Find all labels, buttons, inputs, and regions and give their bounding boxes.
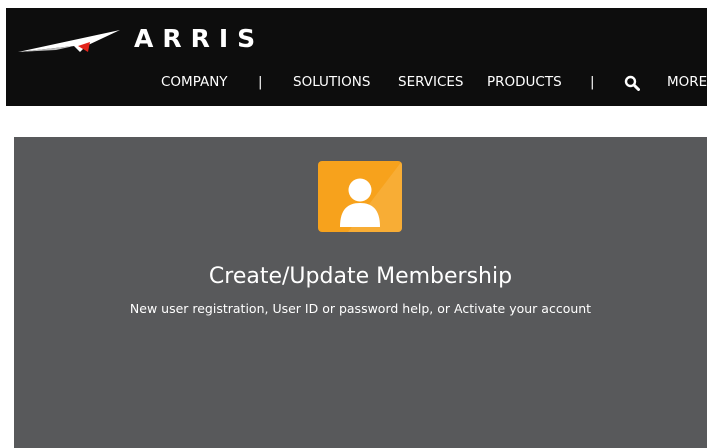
membership-subtitle: New user registration, User ID or passwo… bbox=[129, 301, 592, 316]
membership-title[interactable]: Create/Update Membership bbox=[14, 263, 707, 291]
main-nav: COMPANY | SOLUTIONS SERVICES PRODUCTS | … bbox=[6, 70, 707, 96]
nav-separator: | bbox=[590, 74, 595, 90]
nav-item-services[interactable]: SERVICES bbox=[398, 72, 463, 92]
membership-user-tile[interactable] bbox=[318, 161, 402, 232]
search-icon[interactable] bbox=[624, 75, 640, 91]
arris-swoosh-logo-icon bbox=[18, 30, 120, 52]
nav-item-products[interactable]: PRODUCTS bbox=[487, 72, 562, 92]
membership-panel: Create/Update Membership New user regist… bbox=[14, 137, 707, 448]
top-header: ARRIS COMPANY | SOLUTIONS SERVICES PRODU… bbox=[6, 8, 707, 106]
nav-item-solutions[interactable]: SOLUTIONS bbox=[293, 72, 370, 92]
nav-separator: | bbox=[258, 74, 263, 90]
user-icon bbox=[340, 161, 402, 232]
nav-item-more[interactable]: MORE bbox=[667, 72, 707, 92]
logo-text: ARRIS bbox=[134, 24, 265, 53]
arris-logo[interactable]: ARRIS bbox=[16, 20, 276, 58]
nav-item-company[interactable]: COMPANY bbox=[161, 72, 228, 92]
